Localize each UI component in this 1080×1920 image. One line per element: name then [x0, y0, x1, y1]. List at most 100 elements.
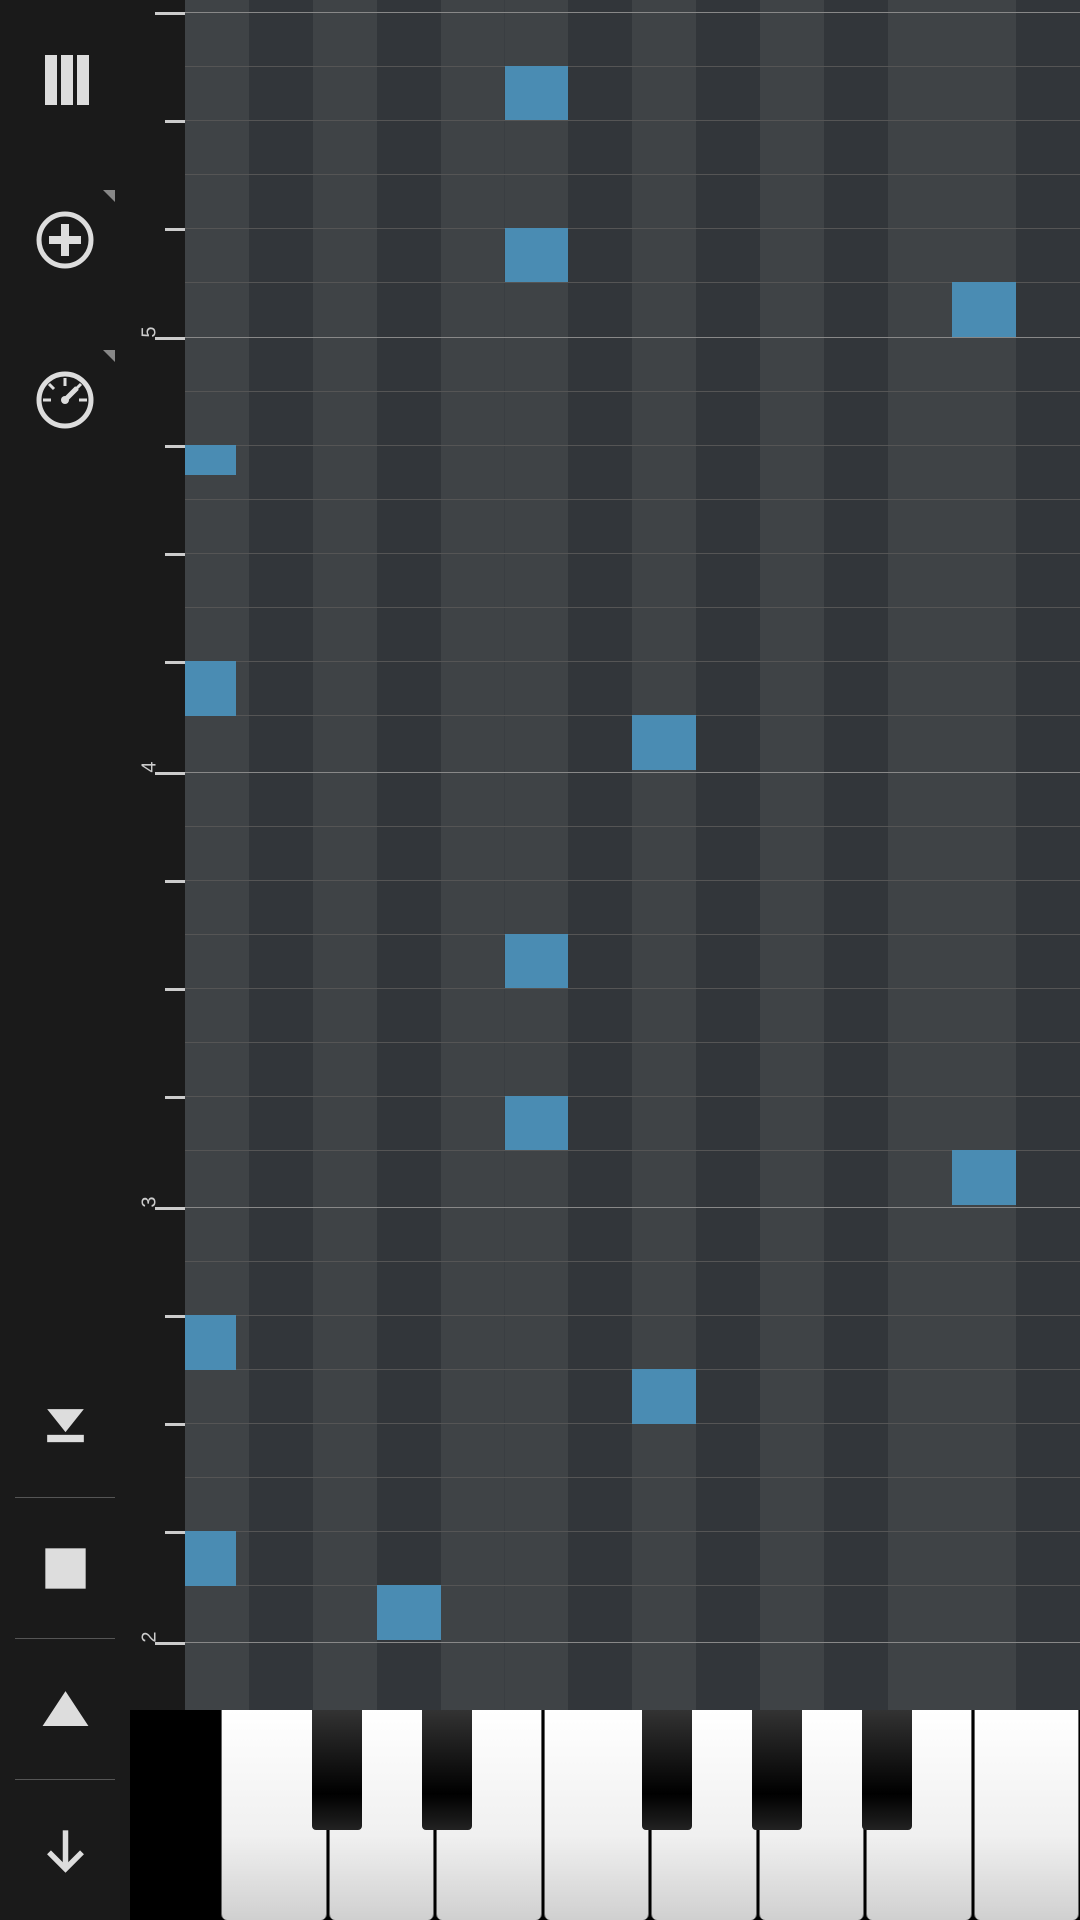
- grid-row-minor: [185, 988, 1080, 989]
- grid-row-minor: [185, 1042, 1080, 1043]
- dropdown-indicator-icon: [103, 350, 115, 362]
- grid-row-minor: [185, 934, 1080, 935]
- black-key[interactable]: [312, 1710, 362, 1830]
- grid-row-minor: [185, 1477, 1080, 1478]
- ruler-label: 4: [139, 762, 162, 773]
- black-key[interactable]: [752, 1710, 802, 1830]
- black-key[interactable]: [642, 1710, 692, 1830]
- grid-column: [696, 0, 760, 1710]
- toolbar-sidebar: [0, 0, 130, 1920]
- grid-row-minor: [185, 1096, 1080, 1097]
- midi-note[interactable]: [505, 66, 569, 120]
- piano-keyboard[interactable]: [130, 1710, 1080, 1920]
- time-ruler[interactable]: 5 4 3 2: [130, 0, 185, 1710]
- midi-note[interactable]: [505, 228, 569, 282]
- piano-roll[interactable]: 5 4 3 2: [130, 0, 1080, 1710]
- midi-note[interactable]: [952, 1150, 1016, 1205]
- grid-row-minor: [185, 174, 1080, 175]
- grid-column: [313, 0, 377, 1710]
- grid-row-minor: [185, 1531, 1080, 1532]
- grid-column: [568, 0, 632, 1710]
- midi-note[interactable]: [377, 1585, 441, 1640]
- note-grid[interactable]: [185, 0, 1080, 1710]
- grid-column: [185, 0, 249, 1710]
- grid-row-minor: [185, 607, 1080, 608]
- plus-circle-icon: [35, 210, 95, 270]
- add-button[interactable]: [25, 200, 105, 280]
- ruler-tick-major: [155, 12, 185, 15]
- grid-row-minor: [185, 553, 1080, 554]
- midi-note[interactable]: [632, 1369, 696, 1424]
- down-button[interactable]: [25, 1810, 105, 1890]
- skip-end-button[interactable]: [25, 1387, 105, 1467]
- menu-icon: [35, 50, 95, 110]
- ruler-tick-minor: [165, 445, 185, 448]
- grid-row-minor: [185, 1261, 1080, 1262]
- grid-column: [952, 0, 1016, 1710]
- midi-note[interactable]: [505, 1096, 569, 1150]
- keyboard-offset: [130, 1710, 220, 1920]
- tempo-button[interactable]: [25, 360, 105, 440]
- divider: [15, 1779, 115, 1780]
- midi-note[interactable]: [952, 282, 1016, 337]
- ruler-tick-minor: [165, 1096, 185, 1099]
- grid-row-minor: [185, 1585, 1080, 1586]
- midi-note[interactable]: [185, 445, 236, 475]
- midi-note[interactable]: [185, 1315, 236, 1370]
- grid-column: [441, 0, 505, 1710]
- ruler-label: 2: [139, 1632, 162, 1643]
- stop-icon: [38, 1541, 93, 1596]
- midi-note[interactable]: [185, 1531, 236, 1586]
- white-key[interactable]: [544, 1710, 650, 1920]
- stop-button[interactable]: [25, 1528, 105, 1608]
- grid-row-major: [185, 772, 1080, 773]
- ruler-tick-minor: [165, 120, 185, 123]
- midi-note[interactable]: [632, 715, 696, 770]
- ruler-tick-minor: [165, 661, 185, 664]
- grid-row-minor: [185, 120, 1080, 121]
- black-key[interactable]: [422, 1710, 472, 1830]
- ruler-tick-minor: [165, 880, 185, 883]
- arrow-down-icon: [38, 1823, 93, 1878]
- keys-container: [220, 1710, 1080, 1920]
- grid-row-minor: [185, 391, 1080, 392]
- menu-button[interactable]: [25, 40, 105, 120]
- grid-column: [632, 0, 696, 1710]
- grid-column: [1016, 0, 1080, 1710]
- grid-row-minor: [185, 499, 1080, 500]
- ruler-label: 3: [139, 1197, 162, 1208]
- grid-column: [760, 0, 824, 1710]
- skip-down-icon: [38, 1400, 93, 1455]
- midi-note[interactable]: [185, 661, 236, 716]
- grid-column: [824, 0, 888, 1710]
- ruler-tick-minor: [165, 1531, 185, 1534]
- grid-row-major: [185, 12, 1080, 13]
- grid-column: [377, 0, 441, 1710]
- gauge-icon: [35, 370, 95, 430]
- ruler-tick-minor: [165, 553, 185, 556]
- grid-row-minor: [185, 880, 1080, 881]
- midi-note[interactable]: [505, 934, 569, 988]
- transport-controls: [0, 1387, 130, 1920]
- white-key[interactable]: [974, 1710, 1080, 1920]
- grid-row-minor: [185, 1315, 1080, 1316]
- play-up-icon: [38, 1682, 93, 1737]
- grid-column: [888, 0, 952, 1710]
- white-key[interactable]: [221, 1710, 327, 1920]
- grid-row-minor: [185, 826, 1080, 827]
- ruler-tick-minor: [165, 1423, 185, 1426]
- divider: [15, 1638, 115, 1639]
- main-area: 5 4 3 2: [130, 0, 1080, 1920]
- ruler-label: 5: [139, 327, 162, 338]
- play-button[interactable]: [25, 1669, 105, 1749]
- grid-column: [249, 0, 313, 1710]
- ruler-tick-minor: [165, 1315, 185, 1318]
- grid-row-major: [185, 337, 1080, 338]
- grid-row-minor: [185, 282, 1080, 283]
- ruler-tick-minor: [165, 228, 185, 231]
- ruler-tick-minor: [165, 988, 185, 991]
- dropdown-indicator-icon: [103, 190, 115, 202]
- grid-row-minor: [185, 1150, 1080, 1151]
- black-key[interactable]: [862, 1710, 912, 1830]
- grid-row-major: [185, 1642, 1080, 1643]
